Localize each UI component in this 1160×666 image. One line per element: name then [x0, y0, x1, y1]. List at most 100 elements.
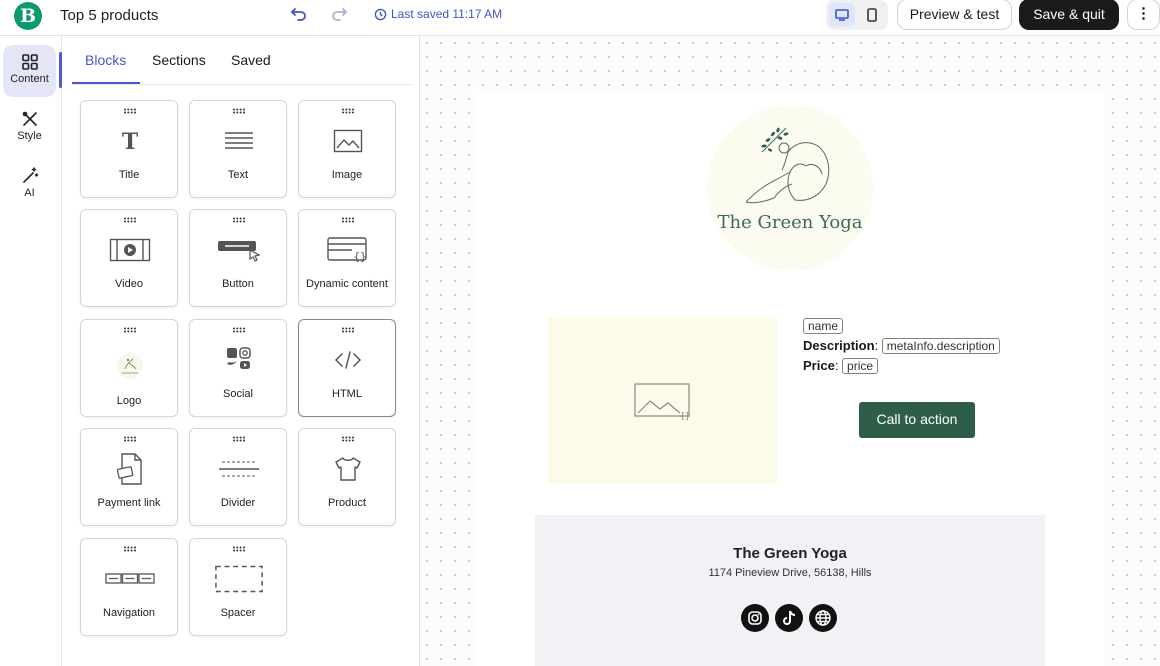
app-logo[interactable]: B — [14, 2, 42, 30]
redo-icon[interactable] — [330, 5, 348, 23]
drag-handle-icon — [233, 108, 245, 114]
email-footer[interactable]: The Green Yoga 1174 Pineview Drive, 5613… — [535, 515, 1045, 666]
active-tab-indicator — [72, 82, 140, 84]
preview-test-button[interactable]: Preview & test — [897, 0, 1012, 30]
panel-tabs: Blocks Sections Saved — [72, 36, 412, 85]
website-globe-icon[interactable] — [809, 604, 837, 632]
drag-handle-icon — [342, 108, 354, 114]
brush-icon — [22, 111, 37, 126]
block-navigation[interactable]: Navigation — [80, 538, 178, 636]
mobile-icon — [867, 8, 877, 22]
brand-name: The Green Yoga — [717, 212, 863, 233]
video-icon — [109, 238, 151, 262]
tiktok-icon[interactable] — [775, 604, 803, 632]
call-to-action-button[interactable]: Call to action — [859, 402, 975, 438]
block-logo[interactable]: Logo — [80, 319, 178, 417]
history-icon — [374, 8, 387, 20]
description-label: Description — [803, 338, 875, 353]
block-spacer[interactable]: Spacer — [189, 538, 287, 636]
social-icon — [227, 347, 251, 369]
save-quit-button[interactable]: Save & quit — [1019, 0, 1119, 30]
more-options-button[interactable]: ⋮ — [1127, 0, 1160, 30]
drag-handle-icon — [124, 108, 136, 114]
block-title[interactable]: T Title — [80, 100, 178, 198]
save-status-text: Last saved 11:17 AM — [391, 7, 503, 21]
instagram-icon[interactable] — [741, 604, 769, 632]
product-name-row: name — [803, 318, 844, 334]
html-icon — [334, 351, 362, 369]
undo-icon[interactable] — [290, 5, 308, 23]
image-icon — [333, 129, 363, 153]
block-dynamic-content[interactable]: {} Dynamic content — [298, 209, 396, 307]
navigation-icon — [105, 573, 155, 584]
desktop-icon — [835, 9, 849, 21]
grid-icon — [21, 54, 38, 70]
device-toggle — [826, 0, 888, 30]
block-label: HTML — [332, 388, 362, 400]
block-label: Image — [331, 169, 363, 181]
yoga-figure-illustration — [745, 127, 830, 204]
block-product[interactable]: Product — [298, 428, 396, 526]
block-label: Dynamic content — [306, 278, 388, 290]
product-name-tag[interactable]: name — [803, 318, 844, 334]
product-image-placeholder[interactable]: {} — [548, 317, 777, 484]
divider-icon — [219, 461, 259, 477]
dynamic-content-icon: {} — [327, 237, 367, 263]
block-payment-link[interactable]: Payment link — [80, 428, 178, 526]
document-title[interactable]: Top 5 products — [60, 7, 158, 24]
button-icon — [218, 241, 261, 262]
drag-handle-icon — [124, 436, 136, 442]
desktop-view-button[interactable] — [829, 3, 855, 27]
blocks-panel: Blocks Sections Saved T Title Text Image… — [62, 36, 420, 666]
payment-link-icon — [116, 453, 142, 485]
title-icon: T — [122, 130, 139, 152]
block-label: Title — [118, 169, 140, 181]
svg-text:{}: {} — [353, 250, 366, 263]
price-label: Price — [803, 358, 835, 373]
block-label: Logo — [116, 395, 142, 407]
drag-handle-icon — [233, 546, 245, 552]
block-button[interactable]: Button — [189, 209, 287, 307]
text-icon — [225, 132, 253, 149]
rail-item-ai[interactable]: AI — [3, 159, 56, 211]
price-tag[interactable]: price — [842, 358, 879, 374]
block-video[interactable]: Video — [80, 209, 178, 307]
magic-wand-icon — [22, 167, 38, 183]
description-tag[interactable]: metaInfo.description — [881, 338, 1000, 354]
save-status: Last saved 11:17 AM — [374, 7, 502, 21]
tab-saved[interactable]: Saved — [231, 52, 271, 68]
block-label: Navigation — [103, 607, 155, 619]
block-social[interactable]: Social — [189, 319, 287, 417]
rail-item-content[interactable]: Content — [3, 45, 56, 97]
drag-handle-icon — [233, 436, 245, 442]
block-label: Video — [115, 278, 143, 290]
block-divider[interactable]: Divider — [189, 428, 287, 526]
tab-sections[interactable]: Sections — [152, 52, 206, 68]
footer-brand-name: The Green Yoga — [733, 545, 847, 562]
block-html[interactable]: HTML — [298, 319, 396, 417]
product-icon — [335, 457, 361, 481]
block-label: Divider — [220, 497, 256, 509]
block-image[interactable]: Image — [298, 100, 396, 198]
block-text[interactable]: Text — [189, 100, 287, 198]
drag-handle-icon — [342, 217, 354, 223]
left-rail: Content Style AI — [0, 36, 62, 666]
rail-item-label: AI — [24, 187, 35, 199]
block-label: Text — [227, 169, 249, 181]
drag-handle-icon — [124, 327, 136, 333]
rail-item-style[interactable]: Style — [3, 102, 56, 154]
block-label: Product — [328, 497, 366, 509]
tab-blocks[interactable]: Blocks — [85, 52, 126, 68]
block-label: Payment link — [97, 497, 161, 509]
logo-icon — [117, 353, 143, 379]
drag-handle-icon — [124, 217, 136, 223]
block-label: Spacer — [220, 607, 256, 619]
block-label: Button — [222, 278, 254, 290]
mobile-view-button[interactable] — [859, 3, 885, 27]
top-bar: B Top 5 products Last saved 11:17 AM Pre… — [0, 0, 1160, 36]
rail-item-label: Content — [10, 73, 49, 85]
svg-text:T: T — [122, 130, 139, 152]
drag-handle-icon — [342, 327, 354, 333]
product-description-row: Description: metaInfo.description — [803, 338, 1000, 354]
drag-handle-icon — [233, 327, 245, 333]
